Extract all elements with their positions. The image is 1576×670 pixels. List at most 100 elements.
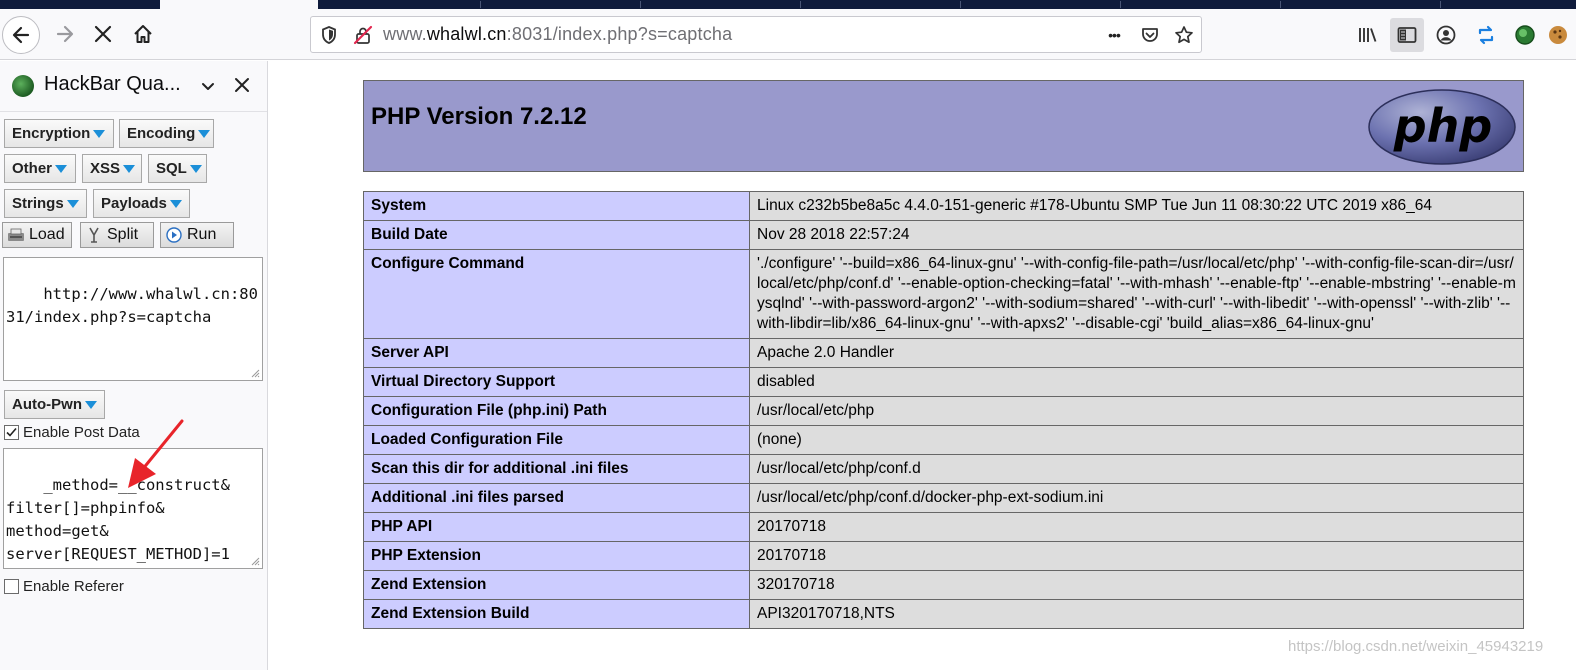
library-button[interactable] [1351, 18, 1385, 52]
menu-label: Encryption [12, 125, 91, 142]
url-path: :8031/index.php?s=captcha [506, 24, 733, 44]
insecure-lock-icon[interactable] [351, 17, 375, 52]
php-logo: php [1368, 89, 1516, 165]
play-icon [165, 226, 183, 244]
row-value: /usr/local/etc/php/conf.d/docker-php-ext… [749, 483, 1524, 513]
address-bar[interactable]: www.whalwl.cn:8031/index.php?s=captcha •… [310, 16, 1202, 53]
page-actions-icon[interactable]: ••• [1101, 17, 1127, 52]
split-label: Split [107, 226, 139, 243]
tab-separator [1120, 1, 1121, 8]
tab-separator [800, 1, 801, 8]
table-row: System Linux c232b5be8a5c 4.4.0-151-gener… [363, 191, 1524, 221]
strings-menu-button[interactable]: Strings [4, 189, 87, 218]
row-label: Configuration File (php.ini) Path [363, 396, 750, 426]
table-row: Zend Extension Build API320170718,NTS [363, 599, 1524, 629]
shield-icon[interactable] [317, 17, 341, 52]
menu-label: XSS [90, 160, 121, 177]
tab-separator [640, 1, 641, 8]
table-row: Additional .ini files parsed/usr/local/e… [363, 483, 1524, 513]
split-icon [85, 226, 103, 244]
resize-grip-icon[interactable] [250, 556, 260, 566]
sync-extension-button[interactable] [1469, 18, 1503, 52]
table-row: Virtual Directory Support disabled [363, 367, 1524, 397]
active-tab[interactable] [160, 0, 318, 9]
enable-post-checkbox[interactable] [4, 425, 19, 440]
other-menu-button[interactable]: Other [4, 154, 76, 183]
xss-menu-button[interactable]: XSS [82, 154, 142, 183]
table-row: Loaded Configuration File (none) [363, 425, 1524, 455]
resize-grip-icon[interactable] [250, 368, 260, 378]
cookie-icon [1549, 26, 1567, 44]
row-value: './configure' '--build=x86_64-linux-gnu'… [749, 249, 1524, 339]
annotation-arrow [128, 419, 184, 488]
tab-separator [960, 1, 961, 8]
row-label: Build Date [363, 220, 750, 250]
enable-referer-checkbox[interactable] [4, 579, 19, 594]
encryption-menu-button[interactable]: Encryption [4, 119, 114, 148]
url-textarea-value: http://www.whalwl.cn:8031/index.php?s=ca… [6, 285, 258, 326]
row-label: Scan this dir for additional .ini files [363, 454, 750, 484]
url-prefix: www. [383, 24, 427, 44]
navigation-toolbar: www.whalwl.cn:8031/index.php?s=captcha •… [0, 9, 1576, 60]
sidebar-title[interactable]: HackBar Qua... [44, 73, 181, 96]
home-icon [134, 25, 152, 43]
row-label: PHP Extension [363, 541, 750, 571]
row-label: Zend Extension Build [363, 599, 750, 629]
checkmark-icon [6, 427, 17, 437]
bookmark-star-icon[interactable] [1171, 17, 1197, 52]
table-row: Zend Extension 320170718 [363, 570, 1524, 600]
arrow-right-icon [56, 25, 74, 43]
sidebar-toggle-button[interactable] [1390, 18, 1424, 52]
sidebar-icon [1397, 27, 1417, 43]
encoding-menu-button[interactable]: Encoding [119, 119, 214, 148]
dropdown-arrow-icon [189, 165, 202, 173]
stop-button[interactable] [86, 17, 120, 51]
post-data-value: _method=__construct& filter[]=phpinfo& m… [6, 476, 230, 563]
account-icon [1436, 25, 1456, 45]
table-row: Build Date Nov 28 2018 22:57:24 [363, 220, 1524, 250]
enable-referer-row[interactable]: Enable Referer [4, 578, 124, 595]
sidebar-close-button[interactable] [232, 75, 252, 95]
forward-button[interactable] [48, 17, 82, 51]
dropdown-arrow-icon [169, 200, 182, 208]
back-button[interactable] [2, 16, 40, 54]
tab-separator [480, 1, 481, 8]
table-row: Configure Command './configure' '--build=… [363, 249, 1524, 339]
sql-menu-button[interactable]: SQL [148, 154, 207, 183]
payloads-menu-button[interactable]: Payloads [93, 189, 190, 218]
chevron-down-icon [202, 83, 214, 90]
url-text[interactable]: www.whalwl.cn:8031/index.php?s=captcha [383, 17, 732, 52]
menu-label: SQL [156, 160, 187, 177]
php-version-header: PHP Version 7.2.12 php [363, 80, 1524, 172]
table-row: Scan this dir for additional .ini files /… [363, 454, 1524, 484]
page-content: PHP Version 7.2.12 php System Linux c232b… [268, 61, 1576, 670]
menu-label: Auto-Pwn [12, 396, 82, 413]
url-textarea[interactable]: http://www.whalwl.cn:8031/index.php?s=ca… [3, 257, 263, 381]
dropdown-arrow-icon [93, 130, 106, 138]
account-button[interactable] [1429, 18, 1463, 52]
hackbar-logo-icon [1515, 25, 1535, 45]
hackbar-extension-button[interactable] [1508, 18, 1542, 52]
row-value: Apache 2.0 Handler [749, 338, 1524, 368]
row-value: (none) [749, 425, 1524, 455]
row-label: Additional .ini files parsed [363, 483, 750, 513]
home-button[interactable] [126, 17, 160, 51]
cookie-extension-button[interactable] [1547, 18, 1576, 52]
split-url-button[interactable]: Split [80, 222, 154, 248]
pocket-icon[interactable] [1137, 17, 1163, 52]
php-version-title: PHP Version 7.2.12 [371, 103, 587, 130]
table-row: Server API Apache 2.0 Handler [363, 338, 1524, 368]
row-value: 20170718 [749, 541, 1524, 571]
row-label: Loaded Configuration File [363, 425, 750, 455]
sidebar-switcher-button[interactable] [198, 76, 218, 96]
row-value: Linux c232b5be8a5c 4.4.0-151-generic #17… [749, 191, 1524, 221]
run-label: Run [187, 226, 217, 243]
url-domain: whalwl.cn [426, 24, 507, 44]
auto-pwn-menu-button[interactable]: Auto-Pwn [4, 390, 105, 419]
row-value: /usr/local/etc/php/conf.d [749, 454, 1524, 484]
dropdown-arrow-icon [66, 200, 79, 208]
row-value: Nov 28 2018 22:57:24 [749, 220, 1524, 250]
load-url-button[interactable]: Load [2, 222, 72, 248]
dropdown-arrow-icon [84, 401, 97, 409]
run-button[interactable]: Run [160, 222, 234, 248]
